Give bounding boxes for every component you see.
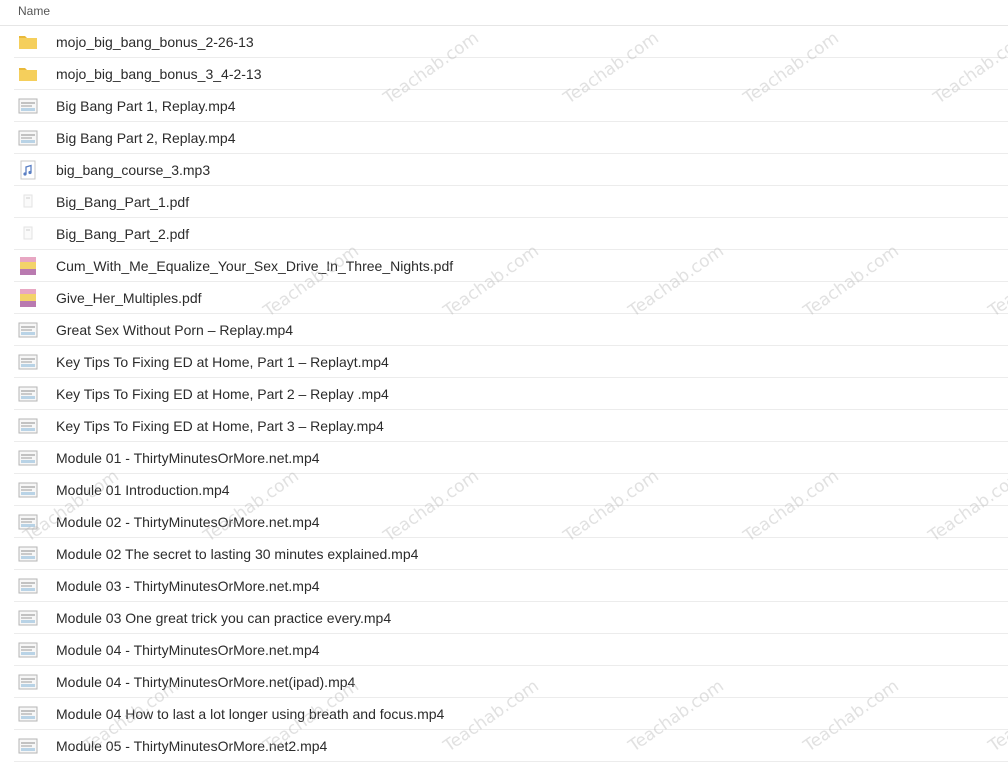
file-row[interactable]: Module 02 - ThirtyMinutesOrMore.net.mp4 (14, 506, 1008, 538)
video-file-icon (18, 512, 38, 532)
video-file-icon (18, 96, 38, 116)
video-file-icon (18, 128, 38, 148)
file-row[interactable]: Module 01 Introduction.mp4 (14, 474, 1008, 506)
video-file-icon (18, 416, 38, 436)
file-row[interactable]: mojo_big_bang_bonus_2-26-13 (14, 26, 1008, 58)
video-file-icon (18, 576, 38, 596)
file-name[interactable]: Module 04 How to last a lot longer using… (56, 704, 444, 724)
video-file-icon (18, 352, 38, 372)
file-row[interactable]: Module 03 - ThirtyMinutesOrMore.net.mp4 (14, 570, 1008, 602)
file-row[interactable]: Big Bang Part 1, Replay.mp4 (14, 90, 1008, 122)
file-row[interactable]: Module 04 How to last a lot longer using… (14, 698, 1008, 730)
folder-icon (18, 64, 38, 84)
video-file-icon (18, 704, 38, 724)
blank-file-icon (18, 192, 38, 212)
file-name[interactable]: Big_Bang_Part_1.pdf (56, 192, 189, 212)
file-name[interactable]: Give_Her_Multiples.pdf (56, 288, 202, 308)
file-name[interactable]: Key Tips To Fixing ED at Home, Part 1 – … (56, 352, 389, 372)
file-name[interactable]: Module 03 - ThirtyMinutesOrMore.net.mp4 (56, 576, 320, 596)
file-name[interactable]: Key Tips To Fixing ED at Home, Part 3 – … (56, 416, 384, 436)
file-row[interactable]: Module 04 - ThirtyMinutesOrMore.net(ipad… (14, 666, 1008, 698)
blank-file-icon (18, 224, 38, 244)
video-file-icon (18, 320, 38, 340)
file-row[interactable]: Module 05 - ThirtyMinutesOrMore.net2.mp4 (14, 730, 1008, 762)
file-row[interactable]: Great Sex Without Porn – Replay.mp4 (14, 314, 1008, 346)
video-file-icon (18, 448, 38, 468)
file-name[interactable]: Big_Bang_Part_2.pdf (56, 224, 189, 244)
file-name[interactable]: Key Tips To Fixing ED at Home, Part 2 – … (56, 384, 389, 404)
video-file-icon (18, 672, 38, 692)
audio-file-icon (18, 160, 38, 180)
file-name[interactable]: Module 05 - ThirtyMinutesOrMore.net2.mp4 (56, 736, 327, 756)
file-row[interactable]: Cum_With_Me_Equalize_Your_Sex_Drive_In_T… (14, 250, 1008, 282)
file-name[interactable]: mojo_big_bang_bonus_3_4-2-13 (56, 64, 262, 84)
file-name[interactable]: Module 02 The secret to lasting 30 minut… (56, 544, 418, 564)
video-file-icon (18, 736, 38, 756)
file-name[interactable]: Module 03 One great trick you can practi… (56, 608, 391, 628)
file-name[interactable]: Module 04 - ThirtyMinutesOrMore.net.mp4 (56, 640, 320, 660)
video-file-icon (18, 544, 38, 564)
file-row[interactable]: mojo_big_bang_bonus_3_4-2-13 (14, 58, 1008, 90)
file-name[interactable]: Module 01 Introduction.mp4 (56, 480, 230, 500)
folder-icon (18, 32, 38, 52)
file-row[interactable]: Big_Bang_Part_1.pdf (14, 186, 1008, 218)
pdf-cover-icon (18, 256, 38, 276)
file-name[interactable]: Big Bang Part 2, Replay.mp4 (56, 128, 236, 148)
file-name[interactable]: Module 01 - ThirtyMinutesOrMore.net.mp4 (56, 448, 320, 468)
file-name[interactable]: Module 02 - ThirtyMinutesOrMore.net.mp4 (56, 512, 320, 532)
video-file-icon (18, 384, 38, 404)
file-row[interactable]: Key Tips To Fixing ED at Home, Part 1 – … (14, 346, 1008, 378)
file-row[interactable]: Give_Her_Multiples.pdf (14, 282, 1008, 314)
video-file-icon (18, 640, 38, 660)
file-row[interactable]: Big_Bang_Part_2.pdf (14, 218, 1008, 250)
file-name[interactable]: mojo_big_bang_bonus_2-26-13 (56, 32, 254, 52)
file-row[interactable]: Module 01 - ThirtyMinutesOrMore.net.mp4 (14, 442, 1008, 474)
column-header: Name (0, 0, 1008, 26)
file-name[interactable]: Cum_With_Me_Equalize_Your_Sex_Drive_In_T… (56, 256, 453, 276)
file-row[interactable]: Big Bang Part 2, Replay.mp4 (14, 122, 1008, 154)
file-row[interactable]: Module 02 The secret to lasting 30 minut… (14, 538, 1008, 570)
file-row[interactable]: big_bang_course_3.mp3 (14, 154, 1008, 186)
file-row[interactable]: Key Tips To Fixing ED at Home, Part 3 – … (14, 410, 1008, 442)
video-file-icon (18, 480, 38, 500)
video-file-icon (18, 608, 38, 628)
file-name[interactable]: big_bang_course_3.mp3 (56, 160, 210, 180)
pdf-cover-icon (18, 288, 38, 308)
file-list: mojo_big_bang_bonus_2-26-13 mojo_big_bang… (0, 26, 1008, 762)
file-name[interactable]: Module 04 - ThirtyMinutesOrMore.net(ipad… (56, 672, 355, 692)
file-name[interactable]: Great Sex Without Porn – Replay.mp4 (56, 320, 293, 340)
file-name[interactable]: Big Bang Part 1, Replay.mp4 (56, 96, 236, 116)
file-row[interactable]: Key Tips To Fixing ED at Home, Part 2 – … (14, 378, 1008, 410)
file-row[interactable]: Module 04 - ThirtyMinutesOrMore.net.mp4 (14, 634, 1008, 666)
name-column-header[interactable]: Name (18, 4, 50, 18)
file-row[interactable]: Module 03 One great trick you can practi… (14, 602, 1008, 634)
